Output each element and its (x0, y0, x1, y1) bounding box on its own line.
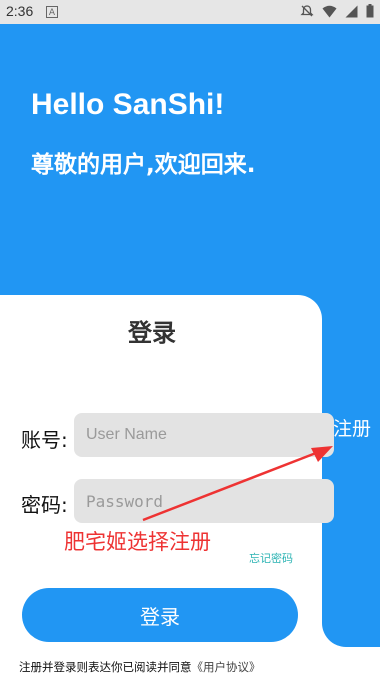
annotation-text: 肥宅姬选择注册 (64, 530, 211, 554)
password-label: 密码: (21, 493, 68, 517)
status-icons (300, 4, 374, 18)
greeting-title: Hello SanShi! (31, 88, 225, 121)
login-button[interactable]: 登录 (22, 588, 298, 642)
greeting-subtitle: 尊敬的用户,欢迎回来. (31, 152, 256, 178)
battery-icon (366, 4, 374, 18)
mute-icon (300, 5, 314, 17)
agreement-statement: 注册并登录则表达你已阅读并同意 (19, 660, 192, 674)
forgot-password-link[interactable]: 忘记密码 (249, 550, 293, 566)
password-input[interactable] (74, 479, 334, 523)
notification-a-icon: A (46, 6, 58, 18)
account-label: 账号: (21, 428, 68, 452)
signal-icon (345, 5, 358, 17)
register-link[interactable]: 注册 (333, 414, 371, 441)
agreement-text: 注册并登录则表达你已阅读并同意《用户协议》 (19, 659, 261, 675)
status-time: 2:36 (6, 3, 34, 19)
wifi-icon (322, 5, 337, 17)
user-agreement-link[interactable]: 《用户协议》 (192, 660, 261, 674)
login-card-title: 登录 (128, 319, 176, 347)
username-input[interactable] (74, 413, 334, 457)
status-bar: 2:36 A (0, 0, 380, 24)
